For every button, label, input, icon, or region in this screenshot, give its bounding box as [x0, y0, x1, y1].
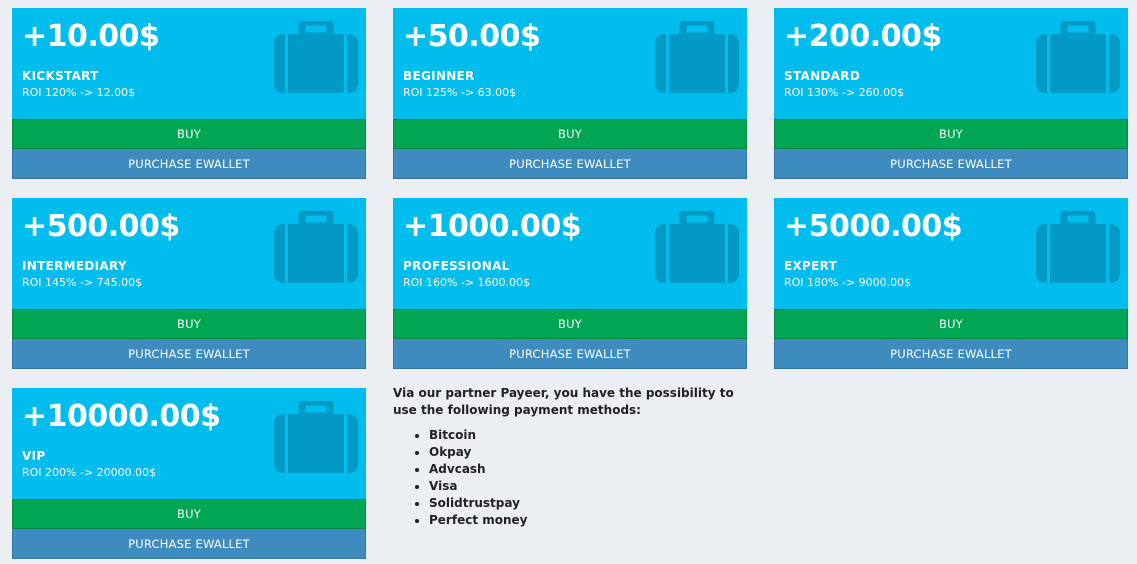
plan-panel: +500.00$ INTERMEDIARY ROI 145% -> 745.00…: [12, 198, 366, 309]
payment-method-item: Okpay: [429, 444, 743, 461]
plan-card-vip: +10000.00$ VIP ROI 200% -> 20000.00$ BUY…: [12, 388, 366, 559]
payment-intro: Via our partner Payeer, you have the pos…: [393, 386, 734, 417]
plan-panel: +1000.00$ PROFESSIONAL ROI 160% -> 1600.…: [393, 198, 747, 309]
plan-panel: +200.00$ STANDARD ROI 130% -> 260.00$: [774, 8, 1128, 119]
buy-button[interactable]: BUY: [393, 309, 747, 339]
buy-button[interactable]: BUY: [12, 499, 366, 529]
payment-method-item: Advcash: [429, 461, 743, 478]
plan-card-standard: +200.00$ STANDARD ROI 130% -> 260.00$ BU…: [774, 8, 1128, 179]
plan-card-kickstart: +10.00$ KICKSTART ROI 120% -> 12.00$ BUY…: [12, 8, 366, 179]
payment-method-item: Bitcoin: [429, 427, 743, 444]
briefcase-icon: [1036, 21, 1120, 93]
plan-card-beginner: +50.00$ BEGINNER ROI 125% -> 63.00$ BUY …: [393, 8, 747, 179]
buy-button[interactable]: BUY: [774, 309, 1128, 339]
plan-panel: +50.00$ BEGINNER ROI 125% -> 63.00$: [393, 8, 747, 119]
plan-panel: +10000.00$ VIP ROI 200% -> 20000.00$: [12, 388, 366, 499]
purchase-ewallet-button[interactable]: PURCHASE EWALLET: [774, 339, 1128, 369]
plan-panel: +5000.00$ EXPERT ROI 180% -> 9000.00$: [774, 198, 1128, 309]
payment-method-item: Solidtrustpay: [429, 495, 743, 512]
purchase-ewallet-button[interactable]: PURCHASE EWALLET: [393, 339, 747, 369]
plan-panel: +10.00$ KICKSTART ROI 120% -> 12.00$: [12, 8, 366, 119]
buy-button[interactable]: BUY: [12, 119, 366, 149]
briefcase-icon: [655, 21, 739, 93]
briefcase-icon: [274, 211, 358, 283]
purchase-ewallet-button[interactable]: PURCHASE EWALLET: [12, 149, 366, 179]
briefcase-icon: [274, 21, 358, 93]
briefcase-icon: [1036, 211, 1120, 283]
purchase-ewallet-button[interactable]: PURCHASE EWALLET: [393, 149, 747, 179]
payment-methods-list: Bitcoin Okpay Advcash Visa Solidtrustpay…: [393, 427, 743, 529]
plan-card-expert: +5000.00$ EXPERT ROI 180% -> 9000.00$ BU…: [774, 198, 1128, 369]
purchase-ewallet-button[interactable]: PURCHASE EWALLET: [12, 339, 366, 369]
buy-button[interactable]: BUY: [12, 309, 366, 339]
buy-button[interactable]: BUY: [393, 119, 747, 149]
briefcase-icon: [655, 211, 739, 283]
plan-card-professional: +1000.00$ PROFESSIONAL ROI 160% -> 1600.…: [393, 198, 747, 369]
payment-method-item: Perfect money: [429, 512, 743, 529]
buy-button[interactable]: BUY: [774, 119, 1128, 149]
payment-info: Via our partner Payeer, you have the pos…: [393, 385, 743, 529]
purchase-ewallet-button[interactable]: PURCHASE EWALLET: [12, 529, 366, 559]
payment-method-item: Visa: [429, 478, 743, 495]
purchase-ewallet-button[interactable]: PURCHASE EWALLET: [774, 149, 1128, 179]
plan-card-intermediary: +500.00$ INTERMEDIARY ROI 145% -> 745.00…: [12, 198, 366, 369]
briefcase-icon: [274, 401, 358, 473]
